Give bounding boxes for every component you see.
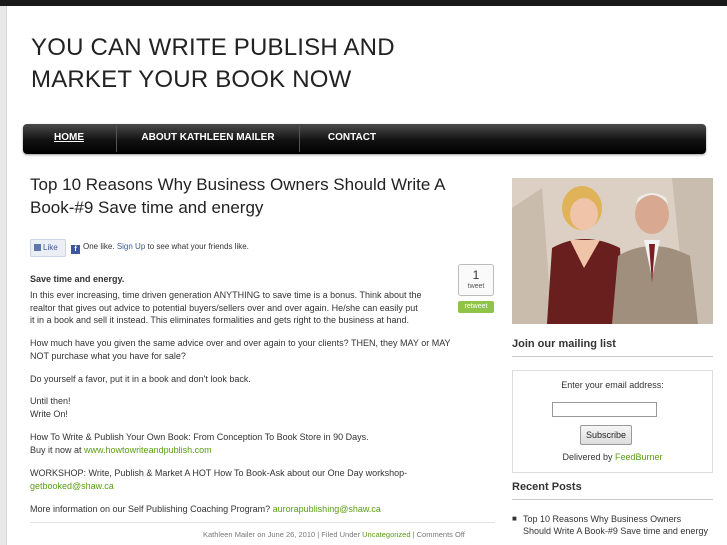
workshop-email-link[interactable]: getbooked@shaw.ca (30, 480, 460, 493)
signup-suffix-text: to see what your friends like. (147, 242, 249, 251)
sidebar-divider (512, 499, 713, 500)
text-line: Until then! (30, 396, 71, 406)
tweet-label: tweet (467, 283, 485, 290)
delivered-by: Delivered by FeedBurner (513, 452, 712, 462)
post-paragraph-6: WORKSHOP: Write, Publish & Market A HOT … (30, 467, 460, 492)
tweet-count: 1 (472, 268, 480, 282)
text-line: Write On! (30, 408, 68, 419)
text-line: Buy it now at www.howtowriteandpublish.c… (30, 444, 460, 457)
post-title-line-2: Book-#9 Save time and energy (30, 198, 264, 217)
text-line: it in a book and sell it instead. This e… (30, 315, 410, 325)
email-field-label: Enter your email address: (561, 380, 664, 390)
retweet-button[interactable]: retweet (458, 301, 494, 313)
text-line: How much have you given the same advice … (30, 338, 451, 348)
coaching-prefix: More information on our Self Publishing … (30, 504, 271, 514)
facebook-signup-link[interactable]: Sign Up (117, 242, 145, 251)
site-title-line-1: YOU CAN WRITE PUBLISH AND (31, 34, 395, 61)
book-website-link[interactable]: www.howtowriteandpublish.com (84, 445, 212, 455)
post-divider (30, 522, 495, 523)
like-count-text: One like. (83, 242, 115, 251)
text-line: NOT purchase what you have for sale? (30, 350, 186, 361)
bullet-icon: ■ (512, 514, 517, 523)
mailing-list-heading: Join our mailing list (512, 338, 616, 350)
sidebar-divider (512, 356, 713, 357)
nav-home-link[interactable]: HOME (37, 124, 101, 154)
recent-post-link[interactable]: Top 10 Reasons Why Business Owners Shoul… (523, 513, 708, 537)
post-paragraph-1: In this ever increasing, time driven gen… (30, 289, 460, 327)
text-line: WORKSHOP: Write, Publish & Market A HOT … (30, 468, 408, 478)
post-author-date: Kathleen Mailer on June 26, 2010 | Filed… (203, 530, 361, 539)
text-line: realtor that gives out advice to potenti… (30, 302, 418, 313)
author-photo (512, 178, 713, 324)
post-paragraph-2: How much have you given the same advice … (30, 337, 460, 362)
feedburner-link[interactable]: FeedBurner (615, 452, 663, 462)
mailing-list-form: Enter your email address: Subscribe Deli… (512, 370, 713, 473)
post-paragraph-4: Until then! Write On! (30, 395, 460, 420)
like-button-label: Like (43, 243, 58, 252)
thumbs-up-icon (34, 244, 41, 251)
subscribe-button[interactable]: Subscribe (580, 425, 632, 445)
post-paragraph-3: Do yourself a favor, put it in a book an… (30, 374, 251, 384)
post-paragraph-5: How To Write & Publish Your Own Book: Fr… (30, 431, 460, 456)
buy-prefix: Buy it now at (30, 444, 82, 455)
tweet-counter[interactable]: 1 tweet (458, 264, 494, 296)
main-navigation: HOME ABOUT KATHLEEN MAILER CONTACT (23, 124, 706, 154)
text-line: In this ever increasing, time driven gen… (30, 290, 422, 300)
post-title-line-1: Top 10 Reasons Why Business Owners Shoul… (30, 175, 446, 194)
post-meta: Kathleen Mailer on June 26, 2010 | Filed… (203, 530, 465, 539)
delivered-prefix: Delivered by (562, 452, 613, 462)
author-photo-image (512, 178, 713, 324)
site-title[interactable]: YOU CAN WRITE PUBLISH AND MARKET YOUR BO… (31, 32, 451, 96)
nav-contact-link[interactable]: CONTACT (300, 124, 404, 154)
site-title-line-2: MARKET YOUR BOOK NOW (31, 66, 352, 93)
email-field[interactable] (552, 402, 657, 417)
nav-about-link[interactable]: ABOUT KATHLEEN MAILER (117, 124, 299, 154)
text-line: How To Write & Publish Your Own Book: Fr… (30, 432, 369, 442)
post-heading: Save time and energy. (30, 274, 125, 284)
comments-status: | Comments Off (412, 530, 465, 539)
facebook-icon: f (71, 245, 80, 254)
coaching-email-link[interactable]: aurorapublishing@shaw.ca (273, 504, 381, 514)
recent-posts-heading: Recent Posts (512, 481, 582, 493)
facebook-like-info: f One like. Sign Up to see what your frie… (71, 242, 249, 254)
post-paragraph-7: More information on our Self Publishing … (30, 503, 460, 516)
page-container: YOU CAN WRITE PUBLISH AND MARKET YOUR BO… (6, 6, 727, 545)
post-title[interactable]: Top 10 Reasons Why Business Owners Shoul… (30, 173, 490, 219)
category-link[interactable]: Uncategorized (362, 530, 410, 539)
facebook-like-button[interactable]: Like (30, 239, 66, 257)
